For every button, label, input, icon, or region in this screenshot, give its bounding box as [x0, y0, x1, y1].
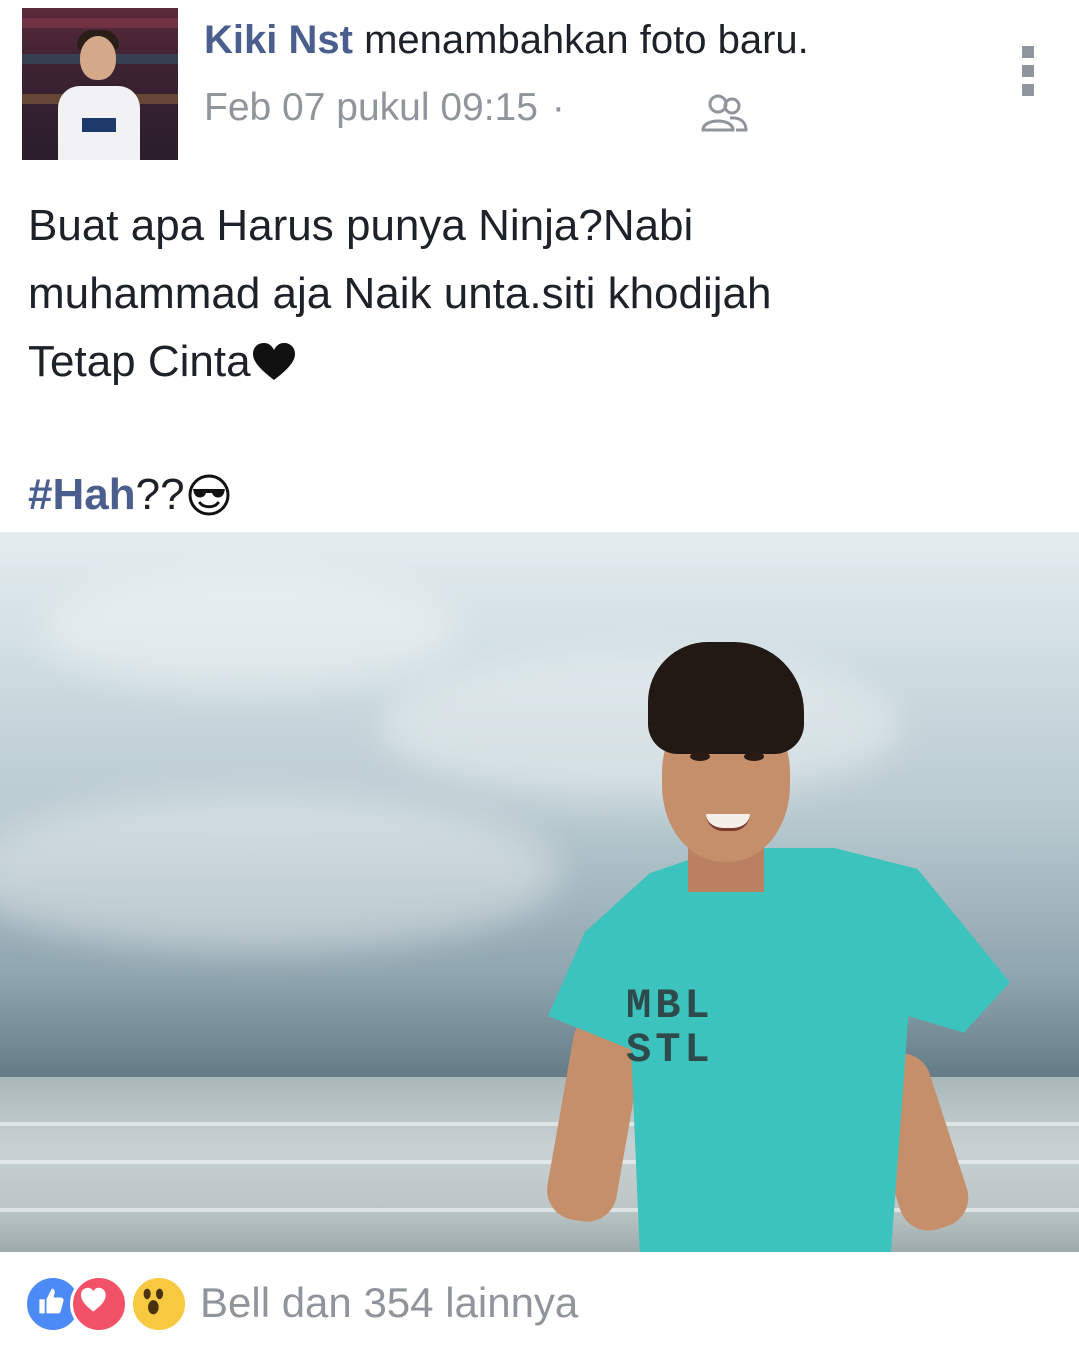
hashtag-line: #Hah??: [28, 470, 231, 520]
author-name[interactable]: Kiki Nst: [204, 18, 353, 62]
post-text-line-content: Tetap Cinta: [28, 337, 251, 386]
post-body: Buat apa Harus punya Ninja?Nabi muhammad…: [28, 192, 1058, 396]
post-title: Kiki Nst menambahkan foto baru.: [204, 18, 809, 63]
photo-hair: [648, 642, 804, 754]
avatar[interactable]: [22, 8, 178, 160]
avatar-background: [22, 18, 178, 28]
black-heart-icon: [252, 343, 295, 380]
photo-eye: [744, 752, 764, 761]
meta-separator: ·: [551, 86, 565, 129]
post-timestamp[interactable]: Feb 07 pukul 09:15: [204, 86, 538, 129]
love-icon[interactable]: [70, 1275, 128, 1333]
post-text-line: Buat apa Harus punya Ninja?Nabi: [28, 201, 694, 250]
sunglasses-emoji-icon: [188, 474, 230, 516]
wow-face-icon: [143, 1288, 164, 1315]
photo-eye: [690, 752, 710, 761]
post-text-line: Tetap Cinta: [28, 328, 1058, 396]
post-text-line: muhammad aja Naik unta.siti khodijah: [28, 269, 772, 318]
shirt-print-line: STL: [626, 1026, 714, 1074]
photo-cloud: [380, 652, 900, 802]
post-meta: Feb 07 pukul 09:15 ·: [204, 86, 579, 130]
post-action: menambahkan foto baru.: [364, 18, 809, 62]
avatar-face: [80, 36, 116, 80]
hashtag-link[interactable]: #Hah: [28, 470, 136, 519]
post-photo[interactable]: MBL STL: [0, 532, 1079, 1252]
post-header: Kiki Nst menambahkan foto baru. Feb 07 p…: [0, 0, 1079, 170]
wow-icon[interactable]: [130, 1275, 188, 1333]
friends-icon[interactable]: [700, 92, 748, 134]
photo-shirt-print: MBL STL: [626, 984, 714, 1072]
love-heart-icon: [80, 1287, 106, 1312]
shirt-print-line: MBL: [626, 982, 714, 1030]
like-thumb-icon: [39, 1288, 64, 1314]
photo-cloud: [40, 572, 460, 692]
hashtag-suffix: ??: [135, 470, 185, 519]
more-vertical-icon[interactable]: [1018, 42, 1038, 100]
avatar-shirt-logo: [82, 118, 116, 132]
reaction-summary[interactable]: Bell dan 354 lainnya: [200, 1279, 578, 1327]
